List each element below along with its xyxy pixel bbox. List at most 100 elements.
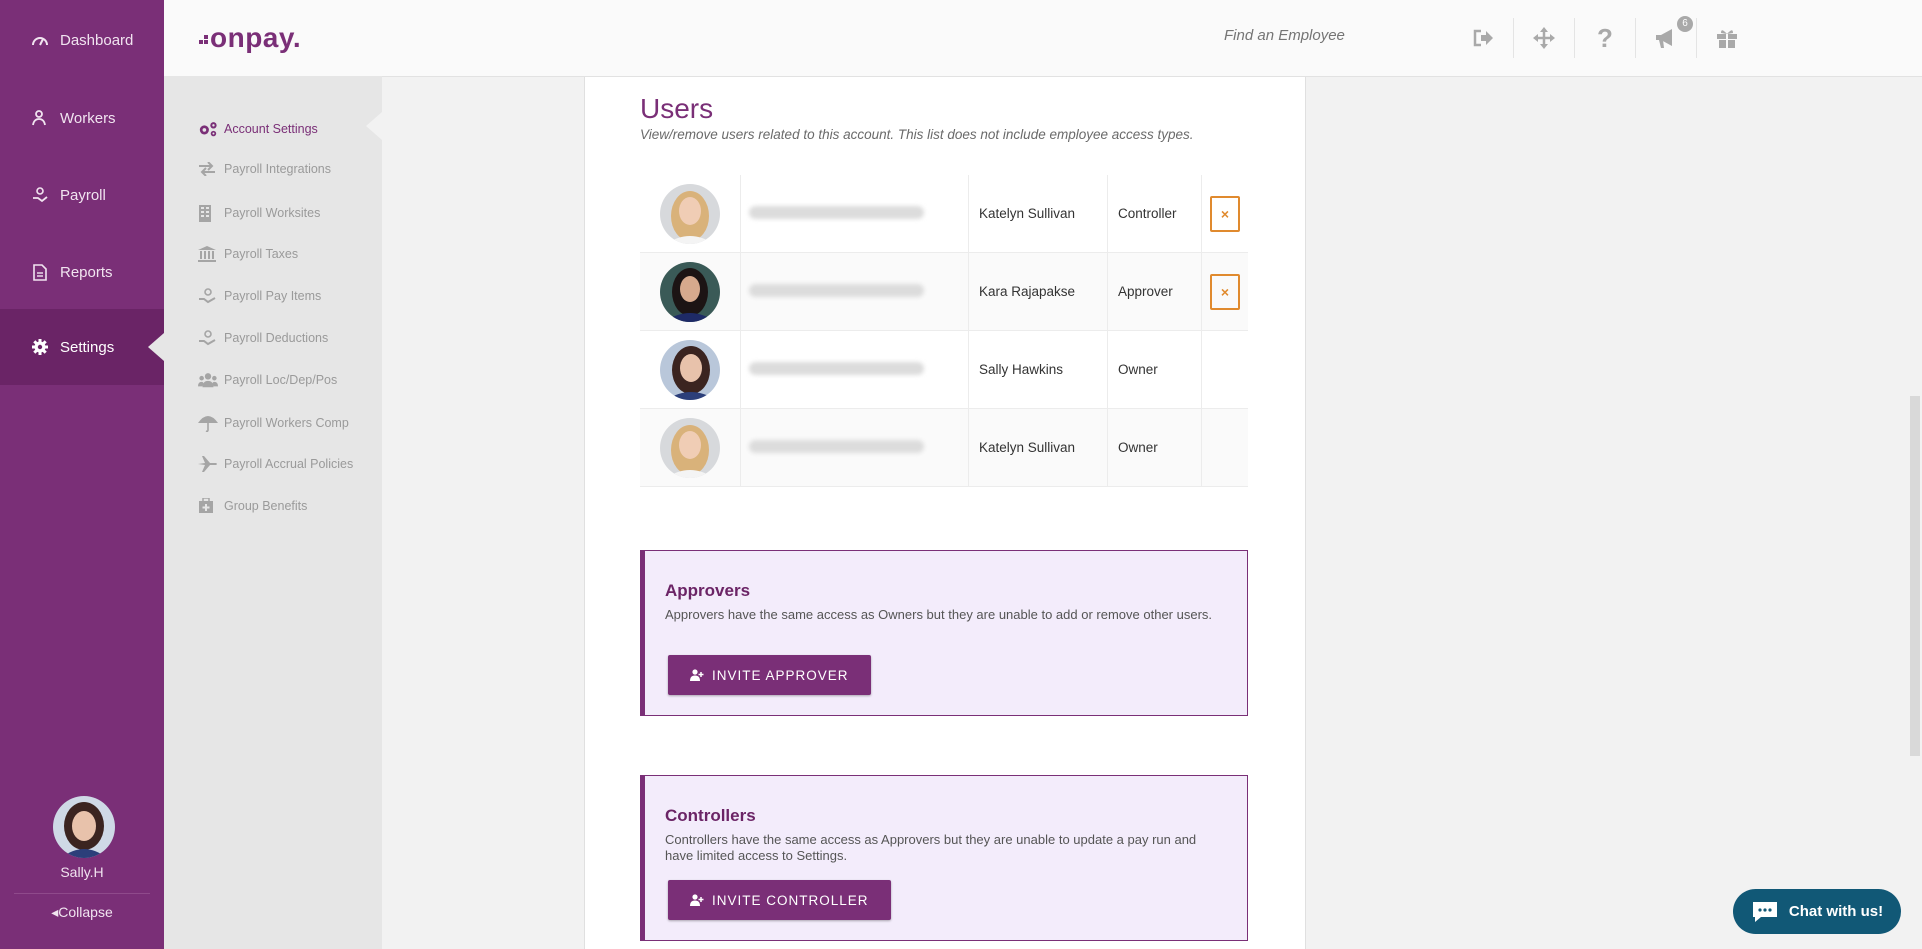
- user-name-cell: Katelyn Sullivan: [968, 408, 1108, 487]
- nav-payroll-label: Payroll: [60, 186, 106, 204]
- collapse-button[interactable]: ◂Collapse: [0, 904, 164, 921]
- logo-dots-icon: [199, 35, 208, 45]
- subnav-payroll-loc-dep-pos[interactable]: Payroll Loc/Dep/Pos: [198, 372, 337, 388]
- gift-icon: [1717, 30, 1737, 48]
- approvers-title: Approvers: [665, 581, 751, 600]
- avatar: [660, 183, 720, 244]
- invite-approver-label: INVITE APPROVER: [712, 667, 849, 683]
- users-icon: [198, 372, 218, 388]
- chat-button[interactable]: Chat with us!: [1733, 889, 1901, 934]
- subnav-payroll-taxes[interactable]: Payroll Taxes: [198, 246, 298, 262]
- nav-payroll[interactable]: Payroll: [0, 157, 164, 233]
- subnav-label: Account Settings: [224, 122, 318, 136]
- nav-settings[interactable]: Settings: [0, 309, 164, 385]
- subnav-payroll-integrations[interactable]: Payroll Integrations: [198, 162, 331, 176]
- collapse-label: Collapse: [58, 904, 113, 920]
- subnav-label: Payroll Pay Items: [224, 289, 322, 303]
- invite-controller-label: INVITE CONTROLLER: [712, 892, 869, 908]
- controllers-title: Controllers: [665, 806, 756, 825]
- avatar: [660, 417, 720, 478]
- move-button[interactable]: [1514, 18, 1575, 58]
- nav-settings-label: Settings: [60, 338, 115, 356]
- nav-workers[interactable]: Workers: [0, 80, 164, 156]
- employee-search-input[interactable]: [1222, 26, 1396, 45]
- gifts-button[interactable]: [1697, 18, 1757, 58]
- payroll-hand-icon: [30, 185, 50, 205]
- controllers-description: Controllers have the same access as Appr…: [665, 832, 1197, 863]
- remove-user-button[interactable]: ×: [1210, 273, 1240, 310]
- subnav-label: Payroll Accrual Policies: [224, 457, 354, 471]
- nav-dashboard[interactable]: Dashboard: [0, 2, 164, 78]
- subnav-payroll-deductions[interactable]: Payroll Deductions: [198, 330, 328, 346]
- table-row: Katelyn Sullivan Owner: [640, 408, 1248, 487]
- subnav-label: Payroll Deductions: [224, 331, 329, 345]
- plane-icon: [198, 456, 218, 472]
- gear-icon: [30, 337, 50, 357]
- notification-badge: 6: [1677, 16, 1693, 32]
- approvers-description: Approvers have the same access as Owners…: [665, 607, 1213, 622]
- active-pointer: [148, 333, 164, 361]
- avatar: [660, 339, 720, 400]
- top-bar: onpay. ? 6: [164, 0, 1922, 77]
- main-sidebar: Dashboard Workers Payroll Reports Settin…: [0, 0, 164, 949]
- arrows-move-icon: [1533, 27, 1555, 49]
- chat-bubble-icon: [1751, 900, 1779, 924]
- subnav-payroll-workers-comp[interactable]: Payroll Workers Comp: [198, 414, 349, 432]
- table-row: Sally Hawkins Owner: [640, 330, 1248, 409]
- subnav-label: Group Benefits: [224, 499, 308, 513]
- subnav-payroll-accrual-policies[interactable]: Payroll Accrual Policies: [198, 456, 353, 472]
- subnav-label: Payroll Worksites: [224, 206, 321, 220]
- nav-reports-label: Reports: [60, 263, 113, 281]
- subnav-payroll-pay-items[interactable]: Payroll Pay Items: [198, 288, 321, 304]
- settings-subnav: Account Settings Payroll Integrations Pa…: [164, 76, 382, 949]
- nav-workers-label: Workers: [60, 109, 116, 127]
- user-role-cell: Controller: [1107, 175, 1202, 253]
- controllers-panel: Controllers Controllers have the same ac…: [640, 775, 1248, 941]
- user-plus-icon: [690, 669, 704, 681]
- question-icon: ?: [1597, 22, 1613, 53]
- approvers-panel: Approvers Approvers have the same access…: [640, 550, 1248, 716]
- gears-icon: [198, 120, 218, 138]
- avatar[interactable]: [53, 796, 115, 858]
- onpay-logo[interactable]: onpay.: [199, 22, 301, 54]
- divider: [14, 893, 150, 894]
- table-row: Kara Rajapakse Approver ×: [640, 252, 1248, 331]
- user-name-cell: Sally Hawkins: [968, 330, 1108, 409]
- worker-icon: [30, 108, 50, 128]
- medkit-icon: [198, 498, 218, 514]
- report-icon: [30, 262, 50, 282]
- subnav-group-benefits[interactable]: Group Benefits: [198, 498, 307, 514]
- user-name-cell: Katelyn Sullivan: [968, 175, 1108, 253]
- nav-reports[interactable]: Reports: [0, 234, 164, 310]
- logo-text: onpay.: [210, 22, 302, 53]
- building-icon: [198, 204, 218, 222]
- chat-label: Chat with us!: [1788, 903, 1884, 920]
- help-button[interactable]: ?: [1575, 18, 1636, 58]
- email-redacted: [749, 205, 924, 219]
- invite-approver-button[interactable]: INVITE APPROVER: [668, 655, 871, 695]
- subnav-active-pointer: [366, 112, 382, 140]
- megaphone-icon: [1656, 29, 1672, 48]
- avatar: [660, 261, 720, 322]
- sign-out-icon: [1473, 29, 1493, 47]
- users-card: Users View/remove users related to this …: [584, 77, 1306, 949]
- subnav-account-settings[interactable]: Account Settings: [198, 120, 318, 138]
- subnav-payroll-worksites[interactable]: Payroll Worksites: [198, 204, 320, 222]
- email-redacted: [749, 361, 924, 375]
- subnav-label: Payroll Integrations: [224, 162, 332, 176]
- page-title: Users: [640, 93, 714, 124]
- exchange-icon: [198, 162, 218, 176]
- invite-controller-button[interactable]: INVITE CONTROLLER: [668, 880, 891, 920]
- hand-money-icon: [198, 330, 218, 346]
- user-name: Sally.H: [60, 864, 104, 880]
- remove-user-button[interactable]: ×: [1210, 195, 1240, 232]
- sign-out-button[interactable]: [1453, 18, 1514, 58]
- page-subtitle: View/remove users related to this accoun…: [640, 127, 1194, 142]
- user-role-cell: Owner: [1107, 408, 1202, 487]
- users-table: Katelyn Sullivan Controller × Kara Rajap…: [640, 175, 1248, 487]
- nav-dashboard-label: Dashboard: [60, 31, 134, 49]
- user-name-cell: Kara Rajapakse: [968, 252, 1108, 331]
- subnav-label: Payroll Workers Comp: [224, 416, 349, 430]
- page-scrollbar[interactable]: [1910, 396, 1920, 756]
- subnav-label: Payroll Loc/Dep/Pos: [224, 373, 338, 387]
